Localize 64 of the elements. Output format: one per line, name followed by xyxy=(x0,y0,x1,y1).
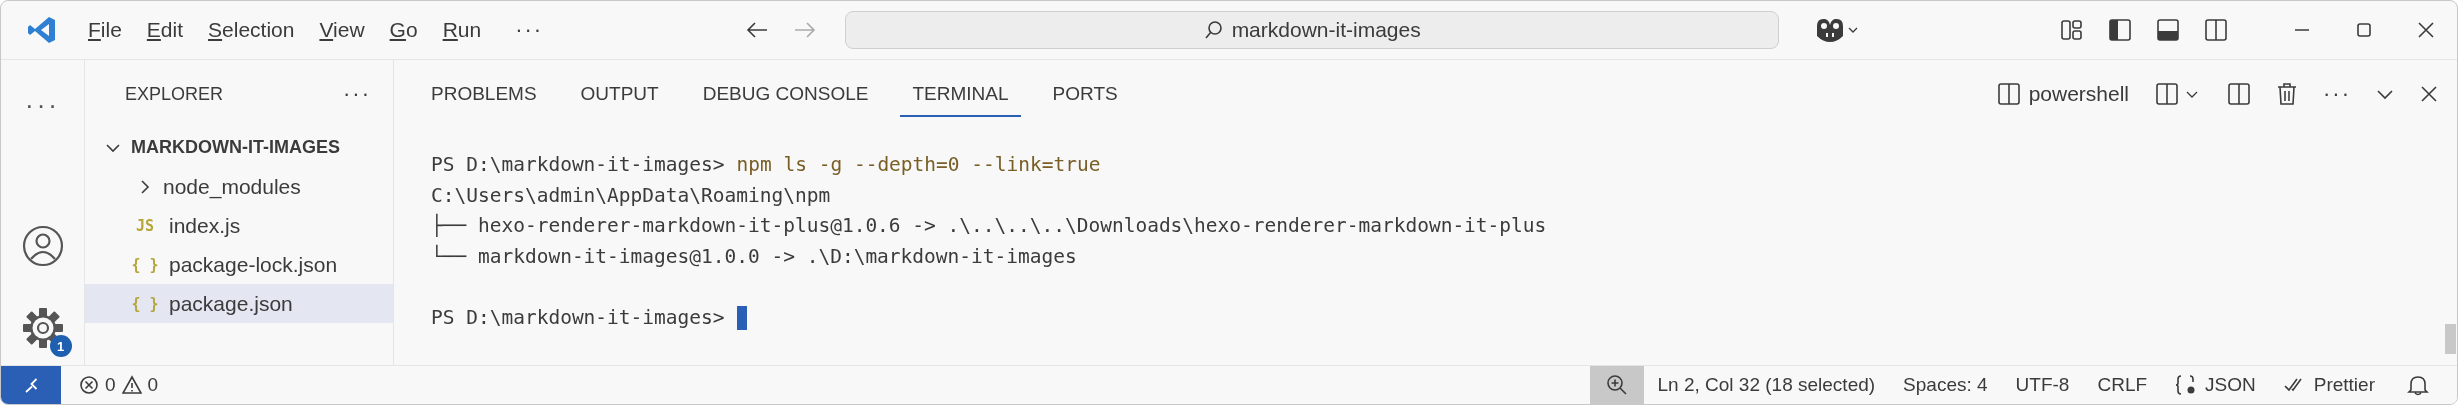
terminal-cursor xyxy=(736,305,747,330)
scrollbar-thumb[interactable] xyxy=(2445,324,2456,354)
zoom-in-icon xyxy=(1605,374,1628,396)
warning-icon xyxy=(121,375,142,395)
trash-icon[interactable] xyxy=(2275,82,2299,106)
sidebar-toggle-icon[interactable] xyxy=(2108,18,2132,42)
status-item[interactable]: JSON xyxy=(2161,366,2270,404)
maximize-icon[interactable] xyxy=(2354,20,2374,40)
terminal-output: C:\Users\admin\AppData\Roaming\npm xyxy=(431,182,831,209)
file-type-icon: { } xyxy=(130,255,160,274)
terminal-command: npm ls -g --depth=0 --link=true xyxy=(736,152,1101,178)
tree-item[interactable]: JS index.js xyxy=(85,206,393,245)
search-icon xyxy=(1203,20,1224,40)
layout-icon[interactable] xyxy=(2060,18,2084,42)
terminal-prompt: PS D:\markdown-it-images> xyxy=(431,152,725,178)
explorer-title: EXPLORER xyxy=(125,83,224,105)
status-item[interactable]: Ln 2, Col 32 (18 selected) xyxy=(1643,366,1890,404)
more-actions[interactable]: ··· xyxy=(2323,81,2351,107)
account-icon[interactable] xyxy=(21,225,64,267)
menu-item[interactable]: View xyxy=(308,18,376,42)
settings-icon[interactable] xyxy=(21,307,64,349)
panel-tab[interactable]: TERMINAL xyxy=(900,75,1021,117)
panel-tab[interactable]: DEBUG CONSOLE xyxy=(690,75,881,117)
folder-header[interactable]: MARKDOWN-IT-IMAGES xyxy=(85,128,393,167)
terminal-output: ├── hexo-renderer-markdown-it-plus@1.0.6 -> .\..\..\..\Downloads\hexo-renderer-markdown-it-plus xyxy=(431,212,1547,239)
zoom-button[interactable] xyxy=(1589,366,1644,404)
app-logo-icon xyxy=(27,15,57,45)
menu-item[interactable]: Go xyxy=(378,18,429,42)
back-arrow-icon[interactable] xyxy=(745,20,770,40)
tree-item[interactable]: node_modules xyxy=(85,167,393,206)
error-icon xyxy=(79,375,99,395)
status-item[interactable]: UTF-8 xyxy=(2001,366,2084,404)
more-actions[interactable]: ··· xyxy=(25,90,60,121)
terminal-prompt: PS D:\markdown-it-images> xyxy=(431,304,725,331)
file-type-icon: { } xyxy=(130,294,160,313)
terminal-icon xyxy=(1996,82,2021,106)
panel-toggle-icon[interactable] xyxy=(2156,18,2180,42)
tree-item[interactable]: { } package.json xyxy=(85,284,393,323)
panel-tab[interactable]: PROBLEMS xyxy=(419,75,549,117)
more-actions[interactable]: ··· xyxy=(343,81,371,107)
close-icon[interactable] xyxy=(2416,20,2436,40)
menu-more[interactable]: ··· xyxy=(501,17,558,43)
remote-button[interactable] xyxy=(1,366,61,404)
tree-item[interactable]: { } package-lock.json xyxy=(85,245,393,284)
search-field[interactable]: markdown-it-images xyxy=(845,11,1780,49)
file-type-icon: JS xyxy=(130,216,160,235)
problems-indicator[interactable]: 0 0 xyxy=(71,366,167,404)
panel-tab[interactable]: OUTPUT xyxy=(568,75,671,117)
terminal-profile[interactable]: powershell xyxy=(1996,82,2129,106)
split-layout-icon[interactable] xyxy=(2204,18,2228,42)
menu-item[interactable]: File xyxy=(77,18,133,42)
bell-icon[interactable] xyxy=(2407,374,2429,396)
menu-item[interactable]: Edit xyxy=(135,18,195,42)
status-item[interactable]: Spaces: 4 xyxy=(1889,366,2002,404)
menu-item[interactable]: Selection xyxy=(197,18,306,42)
status-item[interactable]: Prettier xyxy=(2269,366,2389,404)
menu-item[interactable]: Run xyxy=(431,18,493,42)
split-terminal-icon[interactable] xyxy=(2227,82,2251,106)
panel-tab[interactable]: PORTS xyxy=(1040,75,1130,117)
terminal-output: └── markdown-it-images@1.0.0 -> .\D:\markdown-it-images xyxy=(431,243,1077,270)
remote-icon xyxy=(24,377,38,393)
status-item[interactable]: CRLF xyxy=(2083,366,2162,404)
notification-badge: 1 xyxy=(49,335,72,357)
close-icon[interactable] xyxy=(2419,84,2439,104)
